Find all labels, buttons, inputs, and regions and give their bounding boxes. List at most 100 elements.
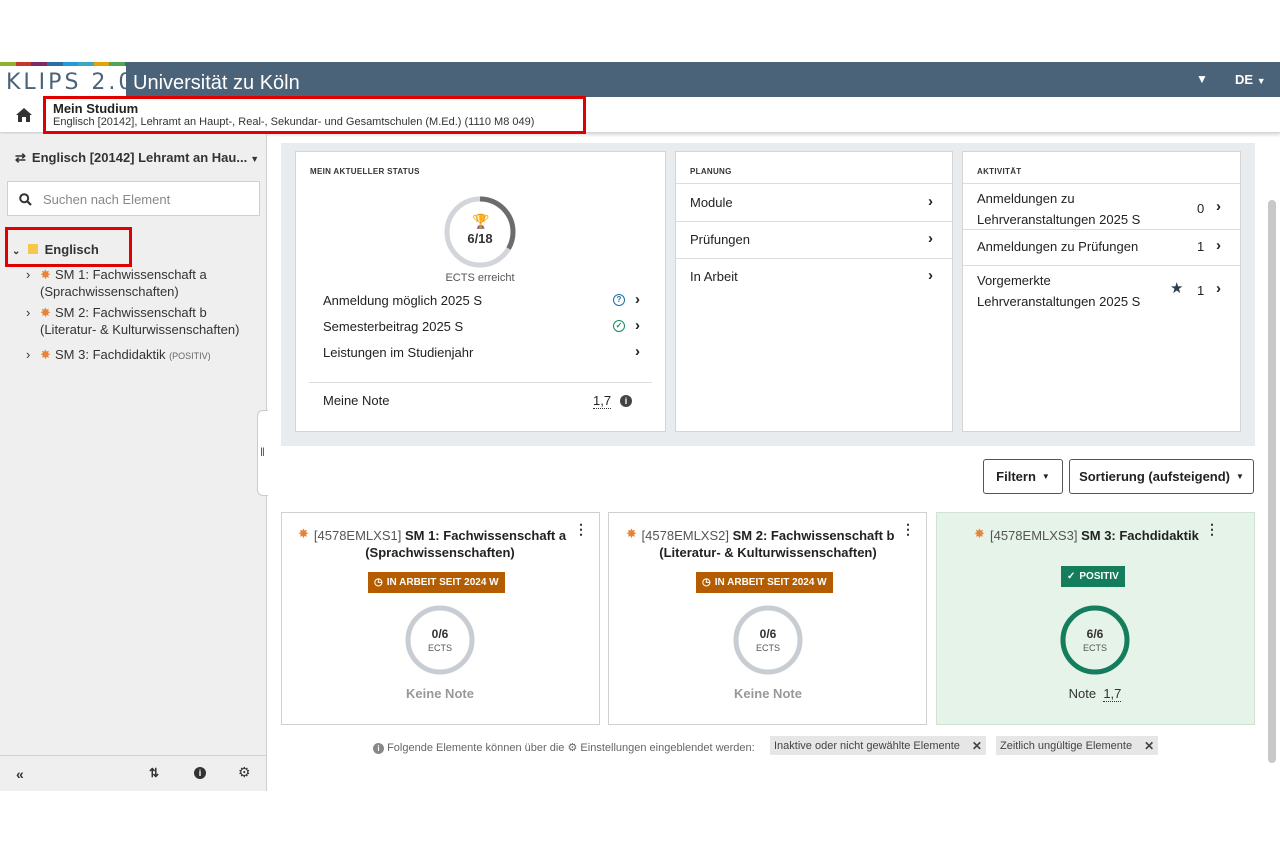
chevron-right-icon: › (928, 267, 933, 284)
module-grade: Keine Note (734, 686, 802, 701)
activity-card-header: AKTIVITÄT (977, 167, 1022, 176)
module-ects-ring: 6/6 ECTS (1059, 604, 1131, 676)
module-ects-value: 0/6 (759, 627, 777, 641)
swap-icon: ⇄ (15, 150, 26, 165)
info-icon: i (373, 743, 384, 754)
sidebar-resize-handle[interactable]: ‖ (257, 410, 268, 496)
sort-icon[interactable]: ⇅ (149, 766, 159, 780)
search-field[interactable]: Suchen nach Element (7, 181, 260, 216)
clock-icon: ◷ (374, 577, 383, 588)
grade-label: Meine Note (323, 393, 390, 408)
chevron-right-icon: › (635, 291, 640, 308)
kebab-menu-icon[interactable]: ⋮ (1205, 522, 1219, 536)
chevron-right-icon: › (1216, 237, 1221, 254)
highlight-box-breadcrumb (43, 96, 586, 134)
grade-value[interactable]: 1,7 (593, 393, 612, 409)
sidebar-footer: « ⇅ i ⚙ (0, 755, 267, 791)
activity-row-course-registrations[interactable]: Anmeldungen zu Lehrveranstaltungen 2025 … (977, 188, 1227, 230)
module-ects-unit: ECTS (755, 643, 780, 653)
check-circle-icon: ✓ (1067, 571, 1076, 582)
main-scrollbar[interactable] (1268, 200, 1276, 763)
close-icon[interactable]: ✕ (1144, 739, 1154, 753)
divider (963, 229, 1240, 230)
count-badge: 1 (1197, 283, 1205, 298)
chip-inactive-elements[interactable]: Inaktive oder nicht gewählte Elemente ✕ (770, 736, 986, 755)
module-ects-unit: ECTS (1082, 643, 1107, 653)
collapse-sidebar-icon[interactable]: « (16, 766, 24, 782)
planning-card (675, 151, 953, 432)
tree-item-label: SM 2: Fachwissenschaft b (55, 305, 207, 320)
settings-gear-icon[interactable]: ⚙ (238, 764, 251, 781)
status-row-achievements[interactable]: Leistungen im Studienjahr › (323, 343, 646, 360)
divider (676, 183, 952, 184)
module-star-icon: ✸ (626, 526, 637, 541)
tree-item-label: SM 1: Fachwissenschaft a (55, 267, 207, 282)
highlight-box-tree-root (5, 227, 132, 267)
planning-row-modules[interactable]: Module › (690, 193, 940, 210)
ects-value: 6/18 (467, 231, 493, 246)
divider (963, 265, 1240, 266)
tree-item-status: (POSITIV) (169, 351, 211, 361)
status-row-registration[interactable]: Anmeldung möglich 2025 S ? › (323, 291, 646, 308)
status-row-fee[interactable]: Semesterbeitrag 2025 S ✓ › (323, 317, 646, 334)
chevron-right-icon: › (26, 305, 31, 320)
kebab-menu-icon[interactable]: ⋮ (574, 522, 588, 536)
planning-row-exams[interactable]: Prüfungen › (690, 230, 940, 247)
divider (676, 221, 952, 222)
divider (963, 183, 1240, 184)
chevron-right-icon: › (1216, 280, 1221, 297)
info-icon[interactable]: i (194, 767, 206, 779)
check-circle-icon: ✓ (613, 320, 625, 332)
chevron-down-icon: ▼ (250, 154, 260, 164)
chevron-right-icon: › (928, 193, 933, 210)
module-title: [4578EMLXS1] SM 1: Fachwissenschaft a (Sp… (313, 528, 567, 560)
module-star-icon: ✸ (40, 267, 51, 282)
status-badge: ✓ POSITIV (1061, 566, 1125, 587)
module-star-icon: ✸ (40, 305, 51, 320)
module-ects-value: 0/6 (431, 627, 449, 641)
home-icon[interactable] (16, 108, 32, 122)
module-star-icon: ✸ (974, 526, 985, 541)
chevron-right-icon: › (1216, 198, 1221, 215)
status-card (295, 151, 666, 432)
chip-invalid-elements[interactable]: Zeitlich ungültige Elemente ✕ (996, 736, 1159, 755)
divider (676, 258, 952, 259)
search-icon (19, 193, 32, 206)
module-ects-ring: 0/6 ECTS (732, 604, 804, 676)
module-star-icon: ✸ (40, 347, 51, 362)
activity-row-exam-registrations[interactable]: Anmeldungen zu Prüfungen 1 › (977, 237, 1227, 254)
planning-card-header: PLANUNG (690, 167, 732, 176)
chevron-right-icon: › (26, 267, 31, 282)
language-switch[interactable]: DE ▼ (1235, 72, 1266, 87)
tree-item-label: (Literatur- & Kulturwissenschaften) (40, 322, 240, 337)
kebab-menu-icon[interactable]: ⋮ (901, 522, 915, 536)
program-switcher[interactable]: ⇄ Englisch [20142] Lehramt an Hau... ▼ (15, 150, 259, 166)
brand-color-strip (0, 62, 125, 66)
user-menu-caret-icon[interactable]: ▼ (1196, 72, 1208, 86)
hidden-elements-hint: i Folgende Elemente können über die ⚙ Ei… (373, 741, 755, 754)
divider (309, 382, 652, 383)
caret-down-icon: ▼ (1236, 472, 1244, 481)
star-icon: ★ (1170, 280, 1184, 297)
sort-button[interactable]: Sortierung (aufsteigend) ▼ (1069, 459, 1254, 494)
chevron-right-icon: › (928, 230, 933, 247)
status-badge: ◷ IN ARBEIT SEIT 2024 W (696, 572, 833, 593)
status-badge: ◷ IN ARBEIT SEIT 2024 W (368, 572, 505, 593)
close-icon[interactable]: ✕ (972, 739, 982, 753)
university-name: Universität zu Köln (133, 72, 300, 94)
caret-down-icon: ▼ (1041, 472, 1050, 481)
question-circle-icon: ? (613, 294, 625, 306)
status-card-header: MEIN AKTUELLER STATUS (310, 167, 420, 176)
filter-button[interactable]: Filtern ▼ (983, 459, 1063, 494)
tree-item-label: (Sprachwissenschaften) (40, 284, 179, 299)
module-ects-value: 6/6 (1086, 627, 1104, 641)
planning-row-in-progress[interactable]: In Arbeit › (690, 267, 940, 284)
klips-logo[interactable]: KLIPS 2.0 (6, 70, 135, 95)
module-ects-unit: ECTS (427, 643, 452, 653)
search-input[interactable]: Suchen nach Element (43, 192, 170, 207)
info-icon[interactable]: i (620, 395, 632, 407)
trophy-icon: 🏆 (472, 213, 490, 229)
module-grade-value[interactable]: 1,7 (1103, 686, 1122, 702)
module-grade: Note 1,7 (1068, 686, 1122, 702)
activity-row-bookmarked-courses[interactable]: Vorgemerkte Lehrveranstaltungen 2025 S ★… (977, 270, 1227, 312)
